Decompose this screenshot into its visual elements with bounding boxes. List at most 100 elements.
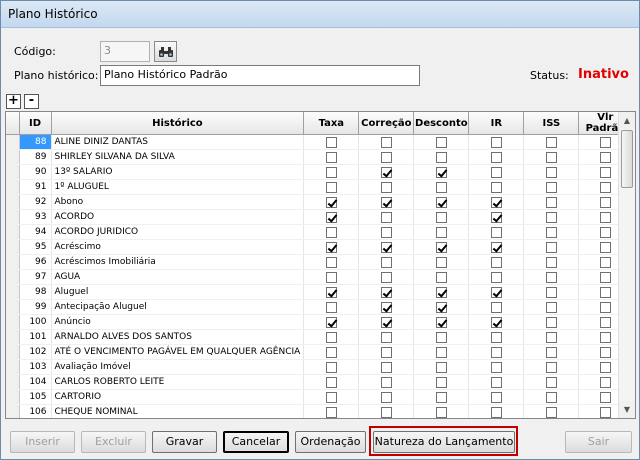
vlr-padrao-checkbox[interactable] (599, 286, 611, 298)
vlr-padrao-checkbox[interactable] (599, 196, 611, 208)
ir-checkbox[interactable] (490, 271, 502, 283)
iss-checkbox[interactable] (545, 391, 557, 403)
sair-button[interactable]: Sair (565, 431, 632, 453)
iss-checkbox[interactable] (545, 301, 557, 313)
row-indicator[interactable] (6, 149, 20, 165)
iss-checkbox[interactable] (545, 136, 557, 148)
ir-checkbox[interactable] (490, 241, 502, 253)
inserir-button[interactable]: Inserir (10, 431, 75, 453)
iss-checkbox[interactable] (545, 271, 557, 283)
plano-historico-input[interactable]: Plano Histórico Padrão (100, 65, 420, 86)
table-row[interactable]: 106 CHEQUE NOMINAL (6, 404, 633, 418)
add-row-button[interactable]: + (6, 94, 21, 109)
table-row[interactable]: 99 Antecipação Aluguel (6, 299, 633, 315)
row-indicator[interactable] (6, 209, 20, 225)
table-row[interactable]: 88 ALINE DINIZ DANTAS (6, 134, 633, 150)
vlr-padrao-checkbox[interactable] (599, 376, 611, 388)
correcao-checkbox[interactable] (380, 166, 392, 178)
ir-checkbox[interactable] (490, 226, 502, 238)
ir-checkbox[interactable] (490, 211, 502, 223)
row-indicator[interactable] (6, 329, 20, 345)
codigo-field[interactable]: 3 (100, 41, 150, 62)
taxa-checkbox[interactable] (325, 256, 337, 268)
col-header-ir[interactable]: IR (468, 112, 525, 135)
row-indicator[interactable] (6, 269, 20, 285)
table-row[interactable]: 104 CARLOS ROBERTO LEITE (6, 374, 633, 390)
taxa-checkbox[interactable] (325, 391, 337, 403)
row-indicator[interactable] (6, 179, 20, 195)
desconto-checkbox[interactable] (435, 376, 447, 388)
taxa-checkbox[interactable] (325, 286, 337, 298)
iss-checkbox[interactable] (545, 361, 557, 373)
correcao-checkbox[interactable] (380, 196, 392, 208)
correcao-checkbox[interactable] (380, 391, 392, 403)
row-indicator[interactable] (6, 224, 20, 240)
desconto-checkbox[interactable] (435, 271, 447, 283)
vlr-padrao-checkbox[interactable] (599, 241, 611, 253)
row-indicator[interactable] (6, 404, 20, 418)
correcao-checkbox[interactable] (380, 181, 392, 193)
correcao-checkbox[interactable] (380, 271, 392, 283)
desconto-checkbox[interactable] (435, 151, 447, 163)
ir-checkbox[interactable] (490, 346, 502, 358)
taxa-checkbox[interactable] (325, 346, 337, 358)
table-row[interactable]: 101 ARNALDO ALVES DOS SANTOS (6, 329, 633, 345)
ordenacao-button[interactable]: Ordenação (295, 431, 366, 453)
vlr-padrao-checkbox[interactable] (599, 211, 611, 223)
iss-checkbox[interactable] (545, 376, 557, 388)
taxa-checkbox[interactable] (325, 211, 337, 223)
col-header-historico[interactable]: Histórico (51, 112, 305, 135)
taxa-checkbox[interactable] (325, 301, 337, 313)
correcao-checkbox[interactable] (380, 346, 392, 358)
scroll-thumb[interactable] (621, 130, 633, 188)
table-row[interactable]: 91 1º ALUGUEL (6, 179, 633, 195)
correcao-checkbox[interactable] (380, 136, 392, 148)
vlr-padrao-checkbox[interactable] (599, 346, 611, 358)
table-row[interactable]: 93 ACORDO (6, 209, 633, 225)
search-button[interactable] (154, 41, 177, 62)
iss-checkbox[interactable] (545, 316, 557, 328)
ir-checkbox[interactable] (490, 301, 502, 313)
taxa-checkbox[interactable] (325, 151, 337, 163)
desconto-checkbox[interactable] (435, 316, 447, 328)
vlr-padrao-checkbox[interactable] (599, 166, 611, 178)
row-indicator[interactable] (6, 344, 20, 360)
desconto-checkbox[interactable] (435, 361, 447, 373)
ir-checkbox[interactable] (490, 256, 502, 268)
desconto-checkbox[interactable] (435, 391, 447, 403)
taxa-checkbox[interactable] (325, 181, 337, 193)
taxa-checkbox[interactable] (325, 376, 337, 388)
excluir-button[interactable]: Excluir (81, 431, 146, 453)
ir-checkbox[interactable] (490, 196, 502, 208)
row-indicator[interactable] (6, 284, 20, 300)
taxa-checkbox[interactable] (325, 226, 337, 238)
iss-checkbox[interactable] (545, 211, 557, 223)
ir-checkbox[interactable] (490, 316, 502, 328)
correcao-checkbox[interactable] (380, 286, 392, 298)
remove-row-button[interactable]: - (24, 94, 39, 109)
iss-checkbox[interactable] (545, 166, 557, 178)
vertical-scrollbar[interactable]: ▲ ▼ (618, 112, 635, 418)
scroll-up-icon[interactable]: ▲ (619, 112, 635, 129)
vlr-padrao-checkbox[interactable] (599, 316, 611, 328)
row-indicator[interactable] (6, 239, 20, 255)
ir-checkbox[interactable] (490, 376, 502, 388)
correcao-checkbox[interactable] (380, 211, 392, 223)
taxa-checkbox[interactable] (325, 166, 337, 178)
desconto-checkbox[interactable] (435, 166, 447, 178)
row-indicator[interactable] (6, 134, 20, 150)
desconto-checkbox[interactable] (435, 226, 447, 238)
row-indicator[interactable] (6, 164, 20, 180)
table-row[interactable]: 97 AGUA (6, 269, 633, 285)
correcao-checkbox[interactable] (380, 301, 392, 313)
vlr-padrao-checkbox[interactable] (599, 151, 611, 163)
ir-checkbox[interactable] (490, 166, 502, 178)
table-row[interactable]: 92 Abono (6, 194, 633, 210)
desconto-checkbox[interactable] (435, 331, 447, 343)
cancelar-button[interactable]: Cancelar (223, 431, 289, 453)
desconto-checkbox[interactable] (435, 181, 447, 193)
desconto-checkbox[interactable] (435, 301, 447, 313)
ir-checkbox[interactable] (490, 406, 502, 418)
taxa-checkbox[interactable] (325, 241, 337, 253)
taxa-checkbox[interactable] (325, 406, 337, 418)
